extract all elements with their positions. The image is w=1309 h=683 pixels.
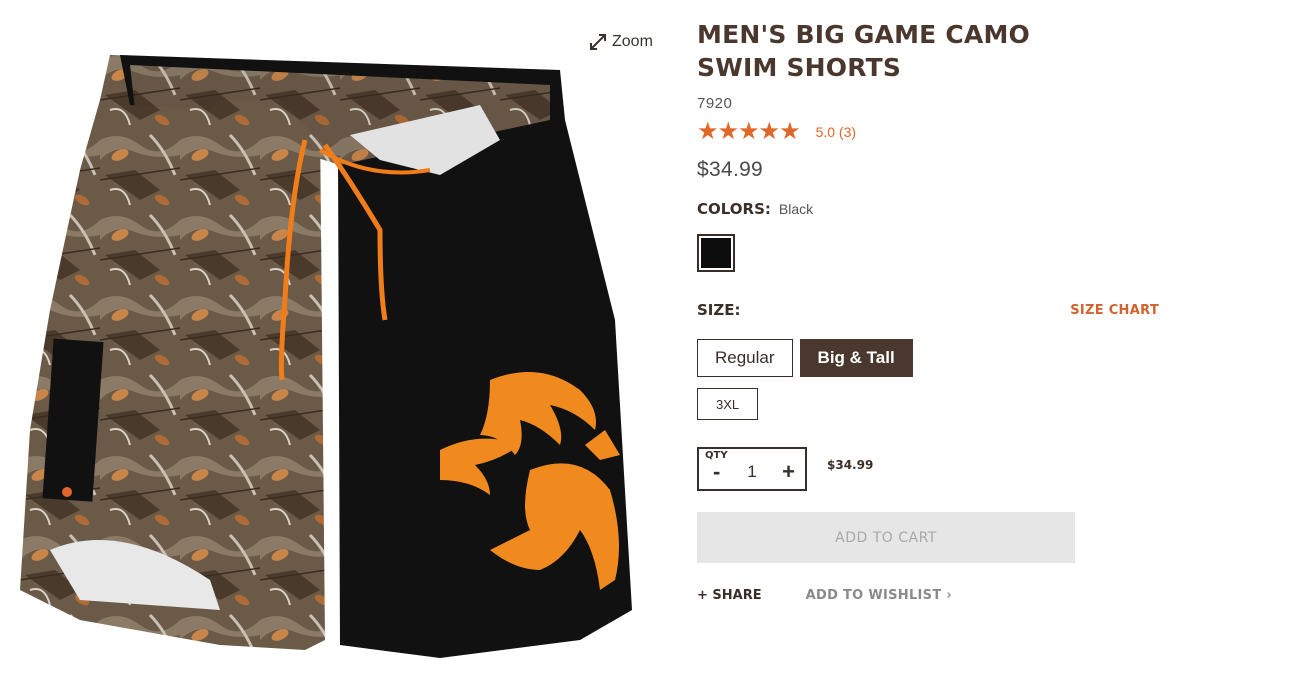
product-sku: 7920	[697, 95, 733, 112]
product-rating[interactable]: ★★★★★ 5.0 (3)	[697, 120, 1167, 144]
size-value-options: 3XL	[697, 388, 1167, 420]
add-to-wishlist-link[interactable]: ADD TO WISHLIST ›	[806, 588, 952, 603]
share-button[interactable]: + SHARE	[697, 588, 762, 603]
size-group-big-tall[interactable]: Big & Tall	[799, 339, 913, 377]
selected-color: Black	[778, 201, 814, 217]
quantity-stepper: QTY - 1 +	[697, 447, 807, 491]
colors-label: COLORS:	[697, 200, 771, 218]
color-swatch-black[interactable]	[697, 234, 735, 272]
expand-arrows-icon	[590, 34, 606, 50]
colors-row: COLORS: Black	[697, 200, 1167, 218]
size-chart-link[interactable]: SIZE CHART	[1070, 303, 1159, 318]
size-label: SIZE:	[697, 301, 741, 319]
add-to-cart-button[interactable]: ADD TO CART	[697, 512, 1075, 563]
size-group-options: Regular Big & Tall	[697, 339, 1167, 377]
quantity-row: QTY - 1 + $34.99	[697, 447, 1167, 491]
qty-increment-button[interactable]: +	[782, 461, 795, 483]
line-total-price: $34.99	[827, 458, 874, 472]
swatch-fill	[701, 238, 731, 268]
rating-text[interactable]: 5.0 (3)	[816, 124, 856, 140]
zoom-button[interactable]: Zoom	[588, 32, 653, 52]
product-actions: + SHARE ADD TO WISHLIST ›	[697, 588, 1167, 603]
product-title: MEN'S BIG GAME CAMO SWIM SHORTS	[697, 20, 1030, 82]
product-info-panel: MEN'S BIG GAME CAMO SWIM SHORTS 7920 ★★★…	[697, 18, 1167, 603]
product-price: $34.99	[697, 158, 764, 181]
rating-stars-icon: ★★★★★	[697, 118, 801, 145]
product-image-area: Zoom	[0, 0, 680, 683]
size-3xl[interactable]: 3XL	[697, 388, 759, 420]
zoom-label: Zoom	[612, 33, 653, 50]
size-row: SIZE: SIZE CHART	[697, 301, 1167, 321]
product-image[interactable]	[20, 50, 640, 660]
size-group-regular[interactable]: Regular	[697, 339, 793, 377]
